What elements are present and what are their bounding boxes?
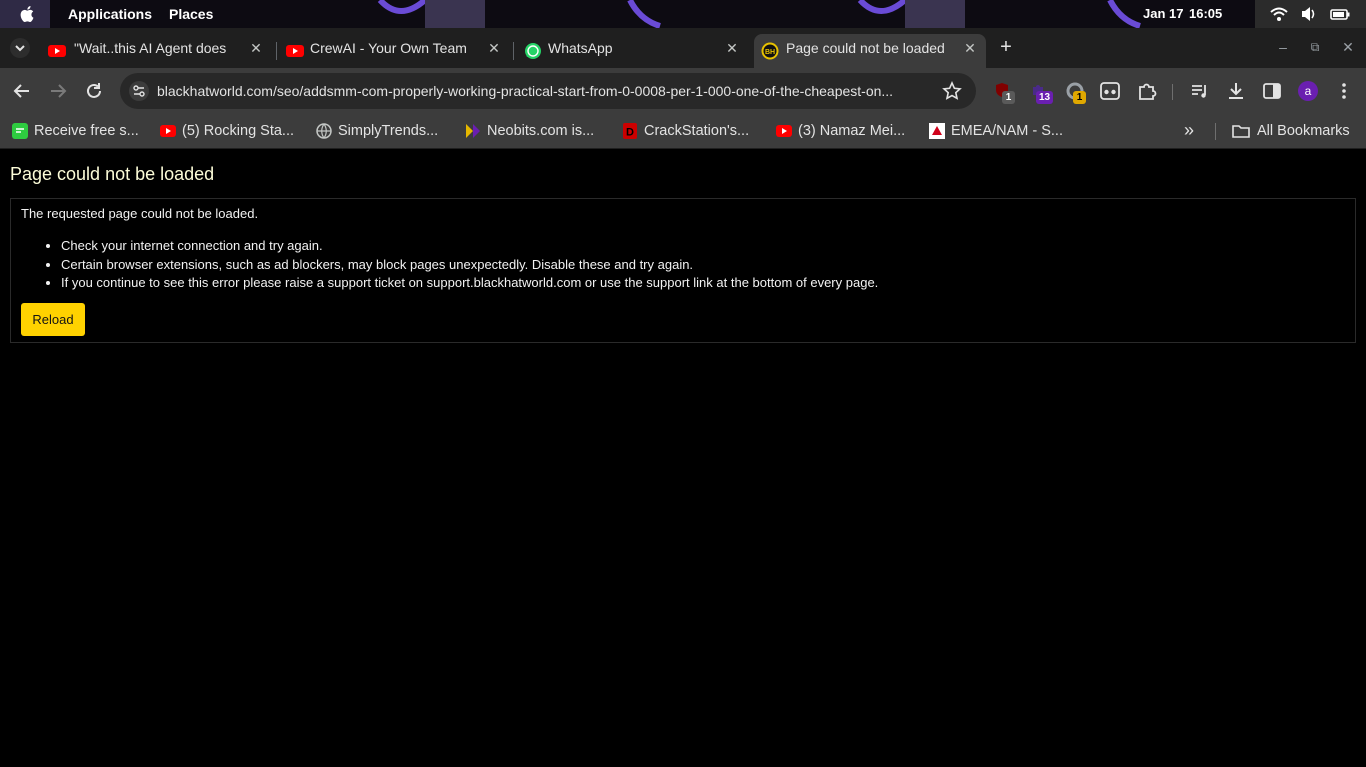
clock-time[interactable]: 16:05: [1189, 0, 1222, 28]
close-window-icon[interactable]: ✕: [1339, 38, 1357, 56]
tab-search-chevron-icon[interactable]: [9, 37, 31, 59]
glasses-ext-icon[interactable]: [1099, 80, 1121, 102]
bookmark-rocking-star[interactable]: (5) Rocking Sta...: [160, 118, 300, 144]
profile-avatar[interactable]: a: [1298, 81, 1318, 101]
more-bookmarks-chevron-icon[interactable]: »: [1184, 118, 1194, 144]
wifi-icon[interactable]: [1270, 5, 1288, 23]
all-bookmarks-label: All Bookmarks: [1257, 123, 1350, 139]
error-suggestions-list: Check your internet connection and try a…: [61, 237, 878, 293]
tab-blackhatworld-active[interactable]: BH Page could not be loaded ✕: [754, 34, 986, 68]
close-tab-icon[interactable]: ✕: [723, 39, 741, 57]
ublock-extension[interactable]: 1: [994, 82, 1016, 106]
bookmark-receive-free[interactable]: Receive free s...: [12, 118, 147, 144]
tab-divider: [276, 42, 277, 60]
tab-title: "Wait..this AI Agent does: [74, 40, 227, 56]
chat-icon: [12, 123, 28, 139]
svg-text:BH: BH: [765, 49, 775, 56]
tab-youtube-ai-agent[interactable]: "Wait..this AI Agent does ✕: [40, 34, 272, 68]
bookmark-label: (5) Rocking Sta...: [182, 123, 295, 139]
download-icon[interactable]: [1225, 80, 1247, 102]
clock-date[interactable]: Jan 17: [1143, 0, 1183, 28]
tab-strip: "Wait..this AI Agent does ✕ CrewAI - You…: [0, 28, 1366, 68]
bookmark-label: Neobits.com is...: [487, 123, 595, 139]
bookmark-emea-nam[interactable]: EMEA/NAM - S...: [929, 118, 1069, 144]
close-tab-icon[interactable]: ✕: [961, 39, 979, 57]
bookmark-label: CrackStation's...: [644, 123, 750, 139]
bookmark-neobits[interactable]: Neobits.com is...: [465, 118, 610, 144]
error-message: The requested page could not be loaded.: [21, 206, 259, 221]
system-top-bar: Applications Places Jan 17 16:05: [0, 0, 1366, 28]
bookmark-simplytrends[interactable]: SimplyTrends...: [316, 118, 451, 144]
bookmarks-divider: [1215, 123, 1216, 140]
url-text[interactable]: blackhatworld.com/seo/addsmm-com-properl…: [157, 73, 937, 109]
media-controls-icon[interactable]: [1189, 80, 1211, 102]
extensions-puzzle-icon[interactable]: [1136, 80, 1158, 102]
tab-title: WhatsApp: [548, 40, 613, 56]
side-panel-icon[interactable]: [1261, 80, 1283, 102]
site-settings-icon[interactable]: [128, 80, 150, 102]
all-bookmarks-button[interactable]: All Bookmarks: [1232, 118, 1357, 144]
volume-icon[interactable]: [1300, 5, 1318, 23]
browser-toolbar: blackhatworld.com/seo/addsmm-com-properl…: [0, 68, 1366, 114]
new-tab-button[interactable]: +: [996, 37, 1016, 57]
menu-kebab-icon[interactable]: [1333, 80, 1355, 102]
tab-title: Page could not be loaded: [786, 40, 945, 56]
ublock-badge: 1: [1002, 91, 1015, 104]
page-content: Page could not be loaded The requested p…: [0, 149, 1366, 767]
neobits-icon: [466, 124, 480, 138]
back-arrow-icon[interactable]: [11, 80, 33, 102]
whatsapp-icon: [525, 43, 541, 59]
bookmark-namaz[interactable]: (3) Namaz Mei...: [776, 118, 916, 144]
applications-menu[interactable]: Applications: [68, 0, 152, 28]
youtube-icon: [48, 45, 66, 57]
battery-icon[interactable]: [1330, 5, 1350, 23]
folder-icon: [1232, 125, 1250, 138]
list-item: Check your internet connection and try a…: [61, 237, 878, 256]
crackstation-icon: D: [623, 123, 637, 139]
youtube-icon: [776, 125, 792, 137]
toolbar-divider: [1172, 84, 1173, 100]
reload-button[interactable]: Reload: [21, 303, 85, 336]
youtube-icon: [160, 125, 176, 137]
tab-title: CrewAI - Your Own Team: [310, 40, 467, 56]
tab-divider: [513, 42, 514, 60]
minimize-window-icon[interactable]: –: [1274, 38, 1292, 56]
forward-arrow-icon[interactable]: [47, 80, 69, 102]
maximize-window-icon[interactable]: ⧉: [1306, 38, 1324, 56]
close-tab-icon[interactable]: ✕: [485, 39, 503, 57]
bookmark-label: SimplyTrends...: [338, 123, 439, 139]
extension-2[interactable]: 13: [1030, 82, 1056, 106]
bookmark-star-icon[interactable]: [942, 81, 962, 101]
triangle-icon: [929, 123, 945, 139]
extension-badge: 13: [1036, 91, 1054, 104]
apple-logo-icon[interactable]: [19, 5, 37, 23]
list-item: Certain browser extensions, such as ad b…: [61, 256, 878, 275]
error-box: The requested page could not be loaded. …: [10, 198, 1356, 343]
close-tab-icon[interactable]: ✕: [247, 39, 265, 57]
tab-youtube-crewai[interactable]: CrewAI - Your Own Team ✕: [278, 34, 510, 68]
list-item: If you continue to see this error please…: [61, 274, 878, 293]
svg-text:D: D: [626, 127, 634, 139]
bookmark-label: EMEA/NAM - S...: [951, 123, 1063, 139]
address-bar[interactable]: blackhatworld.com/seo/addsmm-com-properl…: [120, 73, 976, 109]
globe-icon: [316, 123, 332, 139]
bookmark-label: (3) Namaz Mei...: [798, 123, 906, 139]
extension-badge: 1: [1073, 91, 1086, 104]
extension-3[interactable]: 1: [1066, 82, 1090, 106]
places-menu[interactable]: Places: [169, 0, 213, 28]
blackhatworld-icon: BH: [761, 42, 779, 60]
page-title: Page could not be loaded: [10, 164, 215, 184]
bookmarks-bar: Receive free s... (5) Rocking Sta... Sim…: [0, 114, 1366, 149]
reload-icon[interactable]: [83, 80, 105, 102]
youtube-icon: [286, 45, 304, 57]
tab-whatsapp[interactable]: WhatsApp ✕: [516, 34, 748, 68]
bookmark-label: Receive free s...: [34, 123, 139, 139]
bookmark-crackstation[interactable]: D CrackStation's...: [622, 118, 762, 144]
